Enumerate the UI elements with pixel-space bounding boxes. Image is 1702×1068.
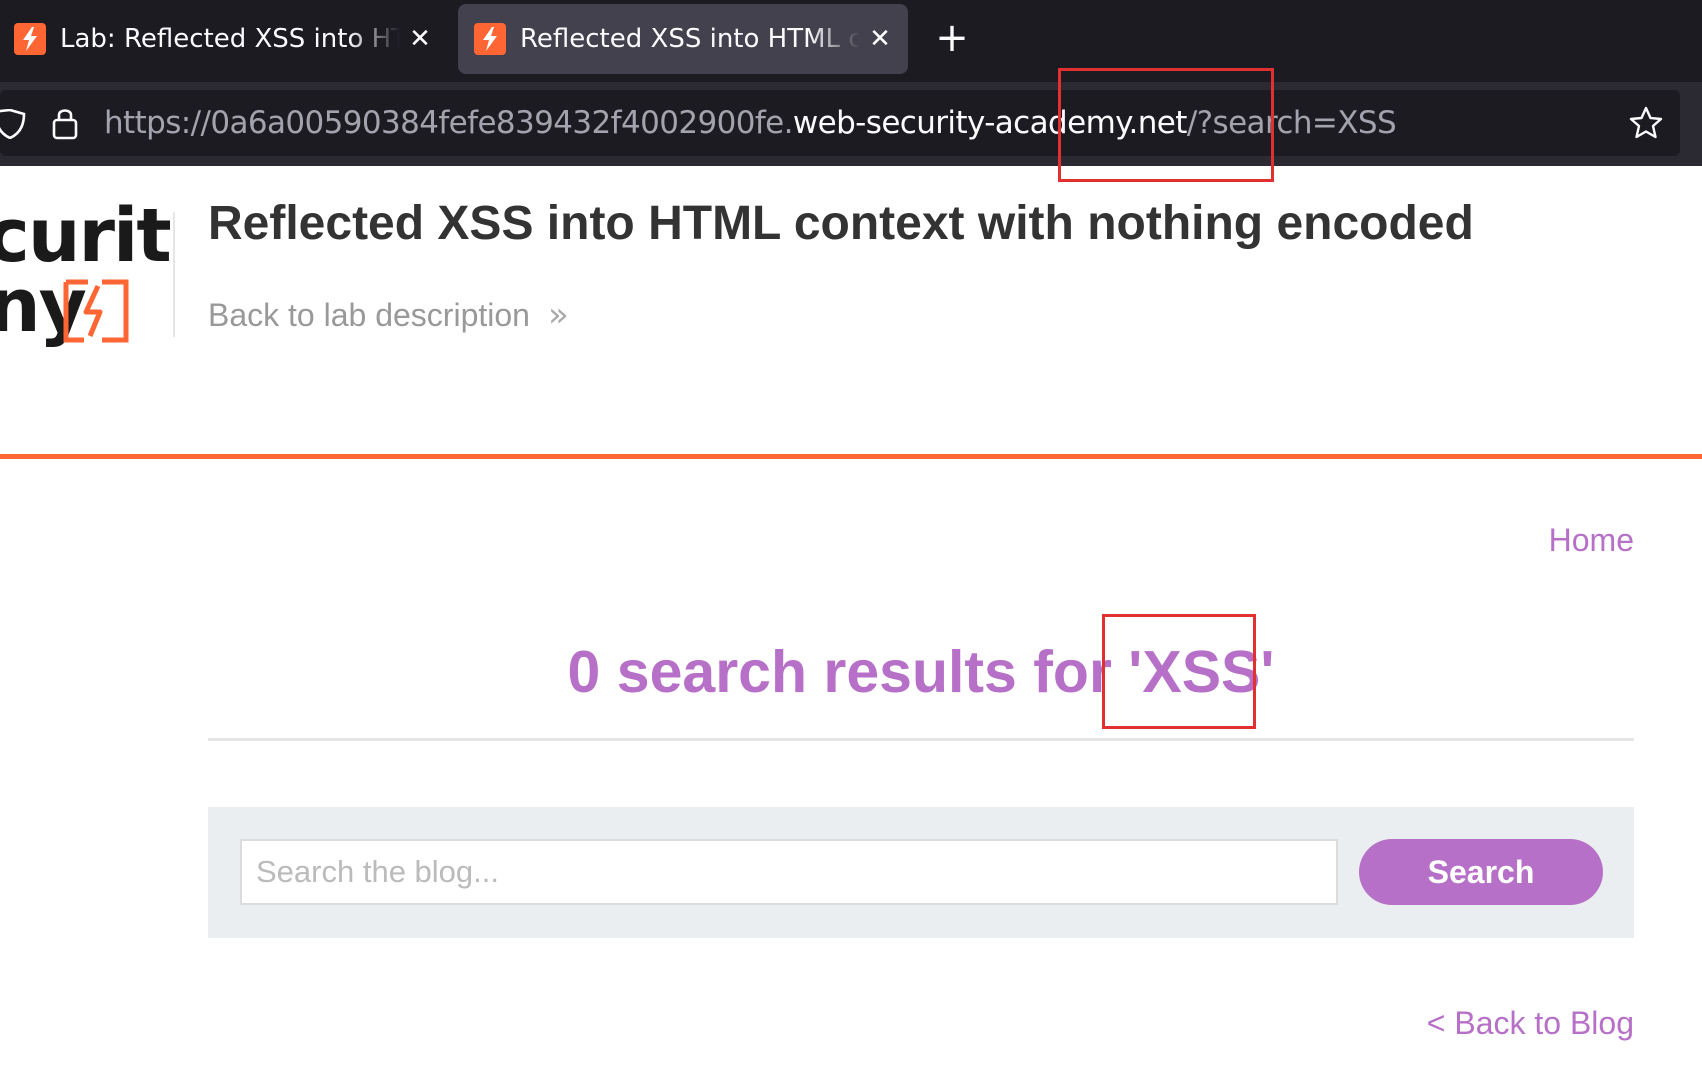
search-panel: Search [208, 807, 1634, 938]
browser-nav-bar: https://0a6a00590384fefe839432f4002900fe… [0, 82, 1702, 166]
url-text[interactable]: https://0a6a00590384fefe839432f4002900fe… [104, 104, 1397, 142]
url-prefix: https://0a6a00590384fefe839432f4002900fe… [104, 105, 793, 141]
search-button[interactable]: Search [1359, 839, 1603, 905]
close-icon[interactable]: ✕ [866, 24, 894, 54]
url-bar[interactable]: https://0a6a00590384fefe839432f4002900fe… [0, 90, 1680, 156]
url-path: /?search=XSS [1186, 105, 1397, 141]
tab-title: Lab: Reflected XSS into HTML context wit… [60, 24, 400, 54]
tab-title: Reflected XSS into HTML context with not… [520, 24, 860, 54]
home-link[interactable]: Home [1549, 522, 1634, 559]
shield-icon[interactable] [0, 108, 26, 144]
search-results-heading: 0 search results for 'XSS' [567, 639, 1275, 705]
lightning-logo-icon [62, 278, 130, 349]
close-icon[interactable]: ✕ [406, 24, 434, 54]
bookmark-star-icon[interactable] [1628, 105, 1664, 146]
lock-icon[interactable] [52, 106, 78, 145]
back-to-blog-link[interactable]: < Back to Blog [1427, 1005, 1634, 1042]
url-domain: web-security-academy.net [792, 105, 1188, 141]
back-to-lab-link[interactable]: Back to lab description » [208, 295, 569, 335]
browser-tab-lab[interactable]: Lab: Reflected XSS into HTML context wit… [0, 4, 446, 74]
results-divider [208, 738, 1634, 741]
new-tab-button[interactable]: + [932, 18, 972, 58]
search-input[interactable] [240, 839, 1338, 905]
academy-logo[interactable]: curity ny [0, 196, 170, 356]
header-divider [173, 212, 175, 337]
chevron-double-right-icon: » [547, 295, 569, 335]
back-to-lab-label: Back to lab description [208, 296, 530, 333]
page-title: Reflected XSS into HTML context with not… [208, 197, 1474, 250]
lightning-icon [14, 23, 46, 55]
header-divider-orange [0, 454, 1702, 459]
browser-tab-active[interactable]: Reflected XSS into HTML context with not… [458, 4, 908, 74]
lightning-icon [474, 23, 506, 55]
browser-tab-bar: Lab: Reflected XSS into HTML context wit… [0, 0, 1702, 82]
